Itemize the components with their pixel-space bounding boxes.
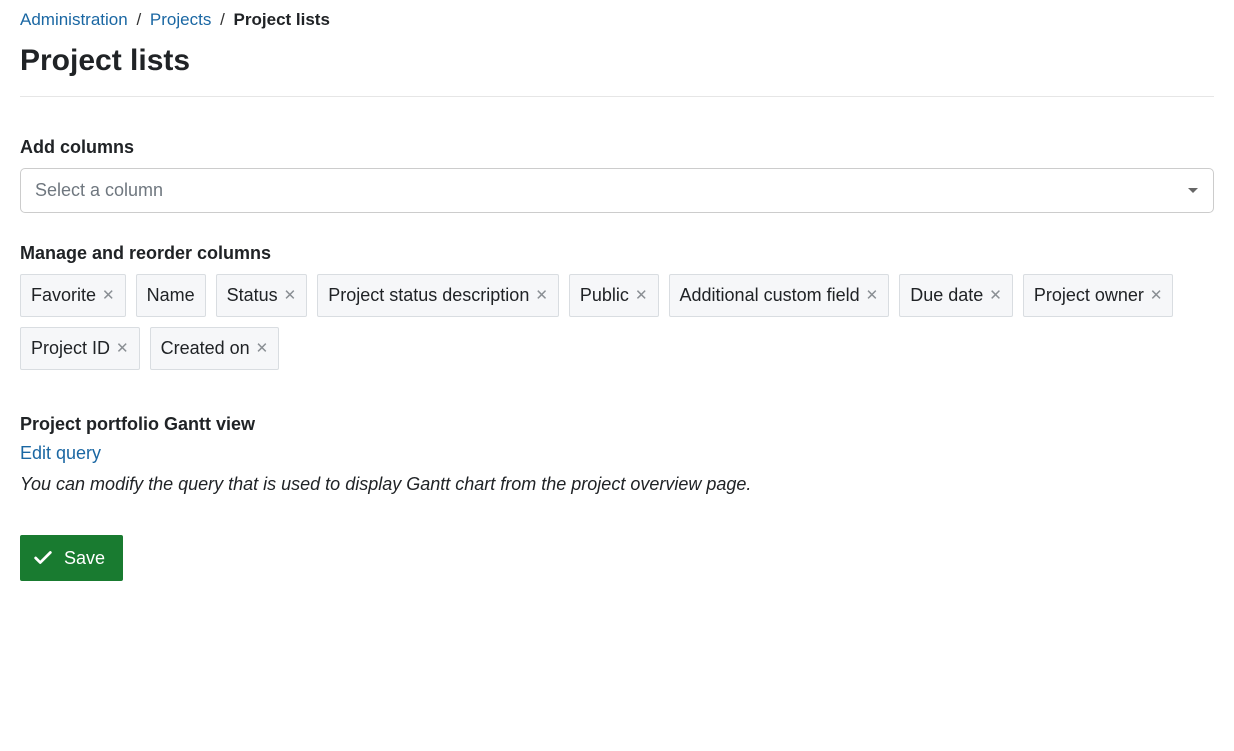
column-chip[interactable]: Project status description ✕ <box>317 274 559 317</box>
divider <box>20 96 1214 97</box>
breadcrumb-administration-link[interactable]: Administration <box>20 10 128 29</box>
breadcrumb-separator: / <box>136 10 141 29</box>
breadcrumb: Administration / Projects / Project list… <box>20 10 1214 30</box>
close-icon[interactable]: ✕ <box>1150 288 1163 303</box>
column-chip[interactable]: Additional custom field ✕ <box>669 274 890 317</box>
column-chip[interactable]: Public ✕ <box>569 274 659 317</box>
column-chip-label: Project owner <box>1034 285 1144 306</box>
column-chip-label: Project ID <box>31 338 110 359</box>
save-button[interactable]: Save <box>20 535 123 581</box>
column-chip-label: Created on <box>161 338 250 359</box>
column-chip-label: Public <box>580 285 629 306</box>
column-chip[interactable]: Favorite ✕ <box>20 274 126 317</box>
close-icon[interactable]: ✕ <box>866 288 879 303</box>
column-chip-label: Name <box>147 285 195 306</box>
edit-query-link[interactable]: Edit query <box>20 443 101 464</box>
column-chip[interactable]: Project ID ✕ <box>20 327 140 370</box>
close-icon[interactable]: ✕ <box>535 288 548 303</box>
gantt-description: You can modify the query that is used to… <box>20 474 1214 495</box>
breadcrumb-separator: / <box>220 10 225 29</box>
column-chip[interactable]: Project owner ✕ <box>1023 274 1174 317</box>
close-icon[interactable]: ✕ <box>635 288 648 303</box>
close-icon[interactable]: ✕ <box>116 341 129 356</box>
save-button-label: Save <box>64 548 105 569</box>
column-chip-label: Favorite <box>31 285 96 306</box>
close-icon[interactable]: ✕ <box>284 288 297 303</box>
column-chip[interactable]: Due date ✕ <box>899 274 1013 317</box>
column-chip[interactable]: Created on ✕ <box>150 327 280 370</box>
add-columns-select[interactable]: Select a column <box>20 168 1214 213</box>
close-icon[interactable]: ✕ <box>102 288 115 303</box>
column-chip-label: Project status description <box>328 285 529 306</box>
breadcrumb-current: Project lists <box>234 10 330 29</box>
column-chip[interactable]: Name <box>136 274 206 317</box>
column-chip-label: Due date <box>910 285 983 306</box>
column-chip-label: Status <box>227 285 278 306</box>
breadcrumb-projects-link[interactable]: Projects <box>150 10 211 29</box>
column-chip-row: Favorite✕NameStatus✕Project status descr… <box>20 274 1214 370</box>
caret-down-icon <box>1187 187 1199 195</box>
column-chip[interactable]: Status ✕ <box>216 274 308 317</box>
add-columns-label: Add columns <box>20 137 1214 158</box>
add-columns-placeholder: Select a column <box>35 180 163 200</box>
column-chip-label: Additional custom field <box>680 285 860 306</box>
manage-columns-label: Manage and reorder columns <box>20 243 1214 264</box>
gantt-section-label: Project portfolio Gantt view <box>20 414 1214 435</box>
close-icon[interactable]: ✕ <box>989 288 1002 303</box>
check-icon <box>32 547 54 569</box>
close-icon[interactable]: ✕ <box>256 341 269 356</box>
page-title: Project lists <box>20 44 1214 78</box>
